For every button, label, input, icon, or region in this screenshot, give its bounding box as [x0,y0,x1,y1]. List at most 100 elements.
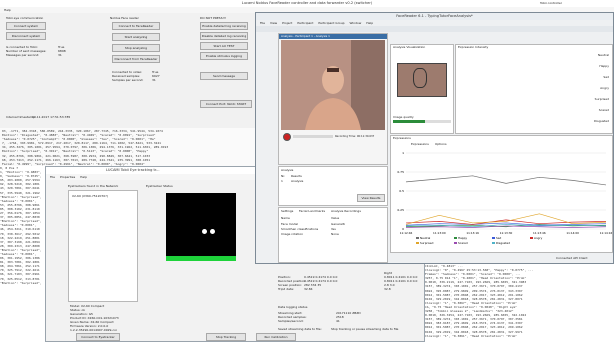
x-tick-label: 11:13:30 [500,231,513,235]
settings-v2[interactable]: None [331,232,339,236]
expressions-toolbar-expressions[interactable]: Expressions [411,142,429,146]
debug-group-label: DO NOT PRESS!!! [200,16,227,20]
stop-analyzing-button[interactable]: Stop analyzing [112,44,160,52]
top-right-bar: Tobii controller [540,1,562,5]
enable-log-button[interactable]: Enable detailed log receiving [200,22,248,30]
fr-status-v2: 31 [152,78,156,82]
fr-menu-help[interactable]: Help [366,21,373,25]
legend-swatch-disgusted [492,242,495,244]
right-v4: 32.8 [384,287,391,291]
video-frame [281,40,385,130]
internal-timestamp-value: 10.11.2017 17:51:53.785 [32,115,71,119]
results-row-name[interactable]: Analysis [291,179,303,183]
analysis-results-panel: Analysis Nr. Results 1 Analysis View Res… [278,166,388,206]
legend-label-surprised: Surprised [420,241,434,245]
settings-tab-landmarks[interactable]: Facial Landmarks [299,209,325,213]
tobii-menu-properties[interactable]: Properties [60,175,75,179]
y-tick-label: 0.25 [397,208,404,212]
connect-system-button[interactable]: Connect system [6,22,46,30]
expressions-chart-panel: Expressions Expressions Options 1 0.75 0.5… [390,135,613,253]
settings-v1[interactable]: Yes [331,227,336,231]
fr-menu-project[interactable]: Project [282,21,292,25]
image-quality-bar [393,120,451,123]
eyetracker-status-view [166,193,236,261]
controller-title: Lucami Noldus FaceReader controller and … [0,0,614,7]
series-line-neutral [405,175,607,186]
results-row-nr[interactable]: 1 [281,179,283,183]
legend-label-happy: Happy [458,236,467,240]
disconnect-system-button[interactable]: Disconnect system [6,32,46,40]
x-tick-label: 11:13:00 [433,231,446,235]
connect-facereader-button[interactable]: Connect to FaceReader [112,22,160,30]
eyetracker-list[interactable]: X2-60 (X360-7512070?) [68,190,138,302]
expressions-line-chart: 10.750.50.25011:12:46 11:13:00 11:13:16 11:… [397,151,612,245]
facereader-group-label: Noldus Face reader [110,16,139,20]
participant-video [281,40,385,130]
left-console-line: 96, 321.7103, 307.6961 [0,272,40,277]
results-col-nr: Nr. [281,174,286,178]
fr-menu-participant[interactable]: Participant [297,21,313,25]
analysis-vis-title: Analysis Visualization [393,45,426,49]
send-message-button[interactable]: Send message [200,72,248,80]
disable-log-button[interactable]: Disable detailed log receiving [200,32,248,40]
facereader-title: FaceReader 6.1 - TypingTutorFaceAnalysis… [256,13,613,20]
settings-k1: Smoothen classifications [281,227,319,231]
au-test-button[interactable]: Start AU TEST [200,42,248,50]
settings-v0[interactable]: General6 [331,222,345,226]
eyetracker-list-item[interactable]: X2-60 (X360-7512070?) [72,194,108,198]
x-tick-label: 11:14:00 [566,231,579,235]
settings-col-value: Value [331,216,340,220]
image-quality-label: Image quality [393,115,414,119]
enable-stimulus-button[interactable]: Enable stimulus logging [200,52,248,60]
stop-tracking-button[interactable]: Stop Tracking [206,333,246,341]
settings-tab-settings[interactable]: Settings [281,209,293,213]
record-button[interactable] [283,133,291,141]
settings-k0: Face model [281,222,299,226]
legend-swatch-happy [454,237,457,239]
image-quality-fill [393,120,425,123]
settings-tab-recordings[interactable]: Analysis Recordings [331,209,361,213]
tobii-group-label: Tobii eye communication [6,16,44,20]
left-eye-dot [210,229,215,234]
settings-k2: Image rotation [281,232,304,236]
fr-status-k2: Samples per second: [112,78,144,82]
save-label: Saved streaming data to file: [278,327,322,331]
legend-swatch-sad [492,237,495,239]
y-tick-label: 0.75 [397,170,404,174]
legend-swatch-angry [530,237,533,239]
expressions-toolbar-options[interactable]: Options [435,142,447,146]
x-tick-label: 11:14:16 [600,231,612,235]
analysis-panel: Analysis - Participant 1 - Analysis 1 Re… [278,33,388,165]
view-results-button[interactable]: View Results [357,194,385,202]
expression-label-angry: Angry [600,86,609,90]
expression-label-disgusted: Disgusted [593,119,609,123]
connect-eyetracker-button[interactable]: Connect to Eyetracker [76,333,120,341]
y-tick-label: 1 [402,151,404,155]
right-console: CInCLAC, "0.4813" ... ClosingC: "0", "0.4… [425,264,614,342]
run-calibration-button[interactable]: Run Calibration [256,333,296,341]
right-console-line: ClosingC: "1", "0.3861", "Head Orientati… [425,333,518,338]
eyetrackers-found-label: Eyetrackers found in the Network [68,184,119,188]
settings-panel: Settings Facial Landmarks Analysis Recor… [278,207,388,263]
legend-swatch-surprised [416,242,419,244]
fr-menu-view[interactable]: View [270,21,277,25]
vis-face-mesh [413,68,427,88]
menu-help[interactable]: Help [4,8,11,12]
save-value: Stop tracking or pause streaming data to… [331,327,399,331]
expression-label-happy: Happy [599,64,609,68]
results-col-results: Results [291,174,302,178]
start-analyzing-button[interactable]: Start analyzing [112,33,160,41]
x-tick-label: 11:13:46 [533,231,546,235]
status-v2: 31 [58,53,62,57]
gaze-k3: Tripd data: [278,287,294,291]
fr-menu-participant-group[interactable]: Participant Group [318,21,344,25]
left-console: 0, 8 Pos 7 1, "Emotion": "0.4883", 0, "Sad… [0,166,45,342]
disconnect-facereader-button[interactable]: Disconnect from FaceReader [112,55,160,63]
fr-menu-window[interactable]: Window [349,21,361,25]
legend-label-neutral: Neutral [420,236,431,240]
fr-menu-file[interactable]: File [260,21,265,25]
tobii-menu-file[interactable]: File [50,175,55,179]
tobii-menu-help[interactable]: Help [80,175,87,179]
connect-port-button[interactable]: Connect Port: Noldi: START [200,100,252,108]
logging-title: Data logging status [278,305,308,309]
